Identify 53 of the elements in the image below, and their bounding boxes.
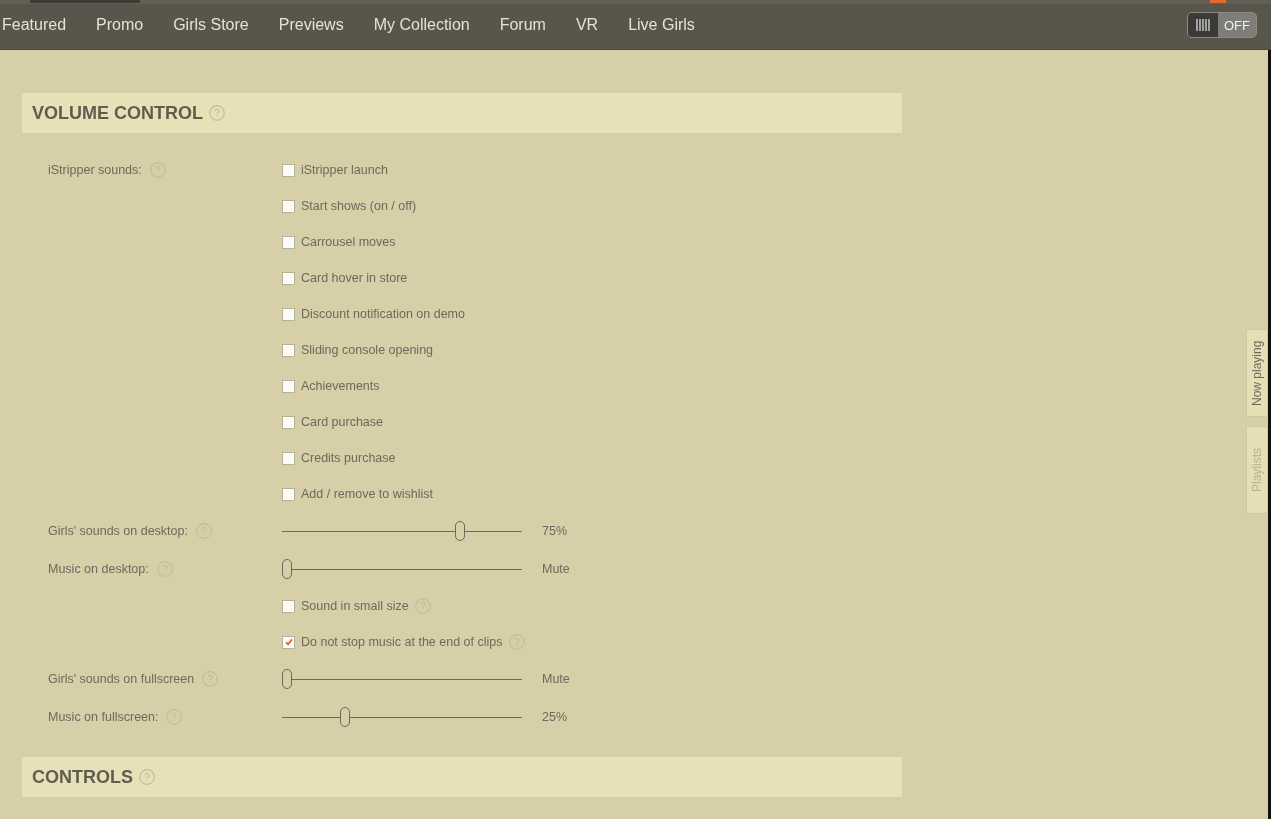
checkbox[interactable] [282, 415, 295, 429]
checkbox-label: Credits purchase [301, 451, 396, 465]
section-title: VOLUME CONTROL [32, 102, 203, 124]
slider-thumb[interactable] [282, 559, 292, 579]
checkbox[interactable] [282, 307, 295, 321]
setting-label: Music on desktop: [48, 562, 149, 576]
checkbox-label: Do not stop music at the end of clips [301, 635, 503, 649]
checkbox[interactable] [282, 451, 295, 465]
slider-thumb[interactable] [454, 521, 465, 541]
checkbox-label: Achievements [301, 379, 380, 393]
nav-link[interactable]: VR [575, 16, 599, 34]
checkbox[interactable] [282, 379, 295, 393]
slider-thumb[interactable] [282, 669, 292, 689]
nav-link[interactable]: Live Girls [628, 16, 695, 34]
nav-link[interactable]: Girls Store [173, 16, 249, 34]
checkbox-label: Start shows (on / off) [301, 199, 417, 213]
checkbox[interactable] [282, 343, 295, 357]
help-icon[interactable] [209, 105, 225, 121]
checkbox-label: Card hover in store [301, 271, 408, 285]
setting-label: Girls' sounds on desktop: [48, 524, 188, 538]
nav-link[interactable]: Featured [2, 16, 67, 34]
checkbox[interactable] [282, 599, 295, 613]
checkbox-label: Card purchase [301, 415, 383, 429]
checkbox-label: Discount notification on demo [301, 307, 465, 321]
bars-icon [1196, 19, 1210, 31]
slider-thumb[interactable] [339, 707, 350, 727]
setting-label: Girls' sounds on fullscreen [48, 672, 195, 686]
checkbox[interactable] [282, 235, 295, 249]
checkbox-label: iStripper launch [301, 163, 388, 177]
checkbox-label: Carrousel moves [301, 235, 396, 249]
setting-label: iStripper sounds: [48, 163, 142, 177]
toggle-switch[interactable]: OFF [1187, 12, 1257, 38]
slider-value: Mute [542, 562, 570, 576]
nav-link[interactable]: Previews [278, 16, 344, 34]
checkbox-label: Sound in small size [301, 599, 409, 613]
slider-value: 75% [542, 524, 568, 538]
checkbox-label: Sliding console opening [301, 343, 434, 357]
section-title: CONTROLS [32, 766, 133, 788]
setting-label: Music on fullscreen: [48, 710, 159, 724]
help-icon[interactable] [139, 769, 155, 785]
checkbox[interactable] [282, 635, 295, 649]
slider-value: 25% [542, 710, 568, 724]
nav-link[interactable]: My Collection [373, 16, 470, 34]
checkbox[interactable] [282, 163, 295, 177]
side-tab[interactable]: Now playing [1246, 329, 1268, 417]
checkbox[interactable] [282, 199, 295, 213]
checkbox[interactable] [282, 271, 295, 285]
checkbox-label: Add / remove to wishlist [301, 487, 433, 501]
nav-link[interactable]: Forum [499, 16, 546, 34]
checkbox[interactable] [282, 487, 295, 501]
nav-link[interactable]: Promo [96, 16, 144, 34]
tab-indicator [1210, 0, 1226, 3]
slider-value: Mute [542, 672, 570, 686]
